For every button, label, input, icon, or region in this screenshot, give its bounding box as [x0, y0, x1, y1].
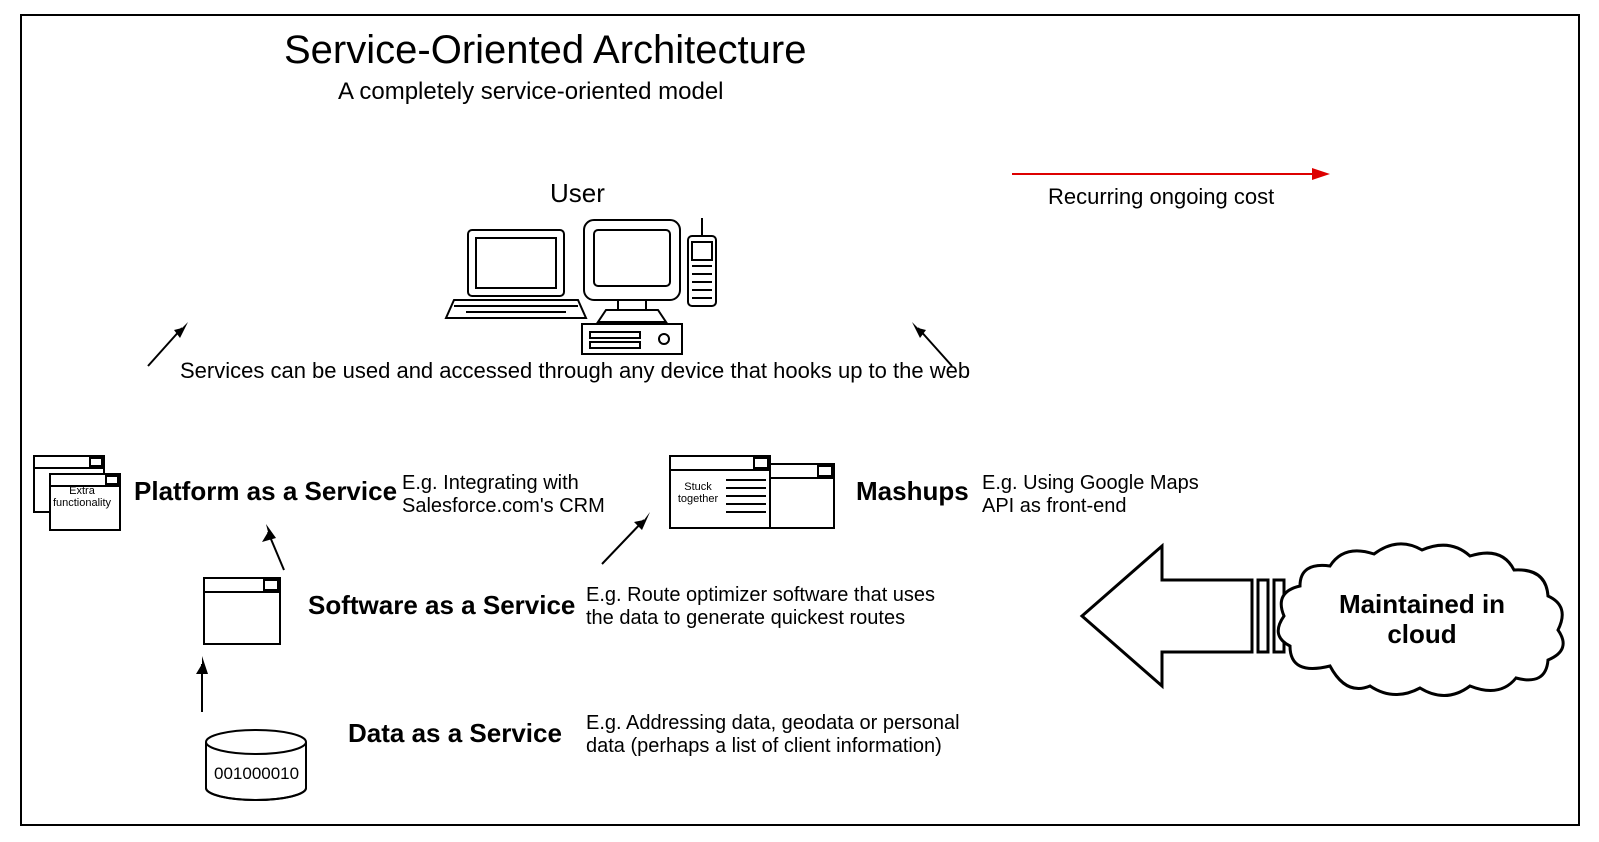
paas-icon-text: Extra functionality	[52, 486, 112, 509]
cloud-label: Maintained in cloud	[1322, 590, 1522, 650]
mashups-example: E.g. Using Google Maps API as front-end	[982, 472, 1202, 518]
user-devices-icon	[436, 206, 736, 356]
arrow-saas-to-paas	[254, 520, 304, 580]
recurring-cost-label: Recurring ongoing cost	[1048, 184, 1274, 210]
daas-label: Data as a Service	[348, 718, 562, 749]
saas-icon	[198, 572, 288, 652]
mashups-icon-text: Stuck together	[674, 482, 722, 505]
diagram-title: Service-Oriented Architecture	[284, 28, 806, 73]
paas-label: Platform as a Service	[134, 476, 397, 507]
daas-example: E.g. Addressing data, geodata or persona…	[586, 712, 966, 758]
diagram-subtitle: A completely service-oriented model	[338, 78, 724, 106]
saas-example: E.g. Route optimizer software that uses …	[586, 584, 946, 630]
arrow-daas-to-saas	[182, 652, 222, 722]
user-caption: Services can be used and accessed throug…	[180, 358, 970, 384]
user-label: User	[550, 178, 605, 209]
cloud-arrow-icon	[1072, 536, 1302, 696]
arrow-paas-to-user	[138, 316, 198, 376]
saas-label: Software as a Service	[308, 590, 575, 621]
diagram-page: Service-Oriented Architecture A complete…	[0, 0, 1599, 842]
mashups-label: Mashups	[856, 476, 969, 507]
arrow-mashups-to-user	[902, 316, 962, 376]
database-text: 001000010	[214, 764, 299, 784]
diagram-frame: Service-Oriented Architecture A complete…	[20, 14, 1580, 826]
arrow-saas-to-mashups	[592, 506, 662, 576]
